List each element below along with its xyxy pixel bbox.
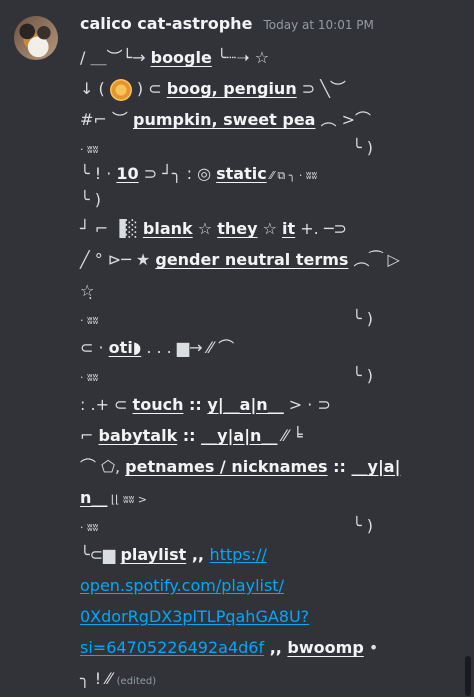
- message-line: · ʬʬ ╰ ): [80, 135, 470, 161]
- decor-text: ╮ ! ⁄⁄: [80, 669, 117, 688]
- message-line: · ʬʬ ╰ ): [80, 513, 470, 539]
- bold-text: ,,: [186, 545, 210, 564]
- message-line: ╰⊂▆ playlist ,, https://: [80, 539, 470, 570]
- bold-text: ::: [177, 426, 202, 445]
- flower-emoji-icon: [109, 78, 132, 101]
- decor-text: · ʬʬ: [80, 314, 99, 327]
- decor-text: ╰ ): [80, 190, 101, 209]
- decor-text: ⌐: [80, 426, 99, 445]
- decor-text: ╰ ): [352, 309, 373, 328]
- decor-text: ⌊⌊ ʬʬ >: [107, 493, 148, 506]
- message-line: ╱ ° ⊳─ ★ gender neutral terms ︵⁀ ▷: [80, 244, 470, 275]
- decor-text: > · ⊃: [283, 395, 331, 414]
- decor-text: ⊃ ╲︶: [296, 79, 346, 98]
- decor-text: · ʬʬ: [80, 371, 99, 384]
- message-line: ⌐ babytalk :: __y|a|n__ ⁄⁄ ╘: [80, 420, 470, 451]
- bold-text: n__: [80, 488, 108, 507]
- playlist-link[interactable]: https://: [210, 545, 267, 564]
- decor-text: ☆: [192, 219, 218, 238]
- decor-text: ╰ ): [352, 516, 373, 535]
- decor-text: ╰ ): [352, 366, 373, 385]
- message-line: n__ ⌊⌊ ʬʬ >: [80, 482, 470, 513]
- bold-text: pumpkin, sweet pea: [133, 110, 316, 129]
- bold-text: ,,: [264, 638, 288, 657]
- username[interactable]: calico cat-astrophe: [80, 14, 252, 33]
- bold-text: __y|a|: [351, 457, 401, 476]
- decor-text: ⊂ ·: [80, 338, 109, 357]
- decor-text: . . . ▆→ ⁄⁄ ⌒: [141, 338, 235, 357]
- decor-text: · ʬʬ: [80, 143, 99, 156]
- bold-text: blank: [142, 219, 193, 238]
- decor-text: ⊃ ┘╮ : ◎: [138, 164, 217, 183]
- bold-text: boogle: [150, 48, 212, 67]
- message-content: / ＿︶└→ boogle ╰┈➝ ☆ ↓ ( ) ⊂ boog, pengiu…: [80, 42, 470, 694]
- decor-text: · ʬʬ: [80, 521, 99, 534]
- playlist-link[interactable]: 0XdorRgDX3plTLPqahGA8U?: [80, 607, 309, 626]
- decor-text: ╱ ° ⊳─ ★: [80, 250, 156, 269]
- message-line: open.spotify.com/playlist/: [80, 570, 470, 601]
- message-line: ╰ ): [80, 187, 470, 213]
- message-line: · ʬʬ ╰ ): [80, 363, 470, 389]
- message-line: #⌐ ︶ pumpkin, sweet pea ︵ >⌒: [80, 104, 470, 135]
- decor-text: ⌒ ⬠,: [80, 457, 126, 476]
- bold-text: static: [216, 164, 267, 183]
- message-line: / ＿︶└→ boogle ╰┈➝ ☆: [80, 42, 470, 73]
- bold-text: touch: [132, 395, 184, 414]
- decor-text: : .+ ⊂: [80, 395, 133, 414]
- message-line: ╮ ! ⁄⁄ (edited): [80, 663, 470, 694]
- scrollbar[interactable]: [465, 656, 471, 696]
- decor-text: ╰ ): [352, 138, 373, 157]
- edited-label: (edited): [116, 676, 157, 687]
- user-avatar[interactable]: [14, 16, 58, 60]
- timestamp: Today at 10:01 PM: [263, 18, 374, 32]
- bold-text: they: [217, 219, 258, 238]
- bold-text: babytalk: [98, 426, 178, 445]
- decor-text: +. ─⊃: [295, 219, 347, 238]
- decor-text: ╰ ! ·: [80, 164, 117, 183]
- message-line: 0XdorRgDX3plTLPqahGA8U?: [80, 601, 470, 632]
- bold-text: ::: [183, 395, 208, 414]
- decor-text: #⌐ ︶: [80, 110, 133, 129]
- decor-text: •: [363, 638, 379, 657]
- message-line: ↓ ( ) ⊂ boog, pengiun ⊃ ╲︶: [80, 73, 470, 104]
- bold-text: ::: [327, 457, 352, 476]
- message-line: · ʬʬ ╰ ): [80, 306, 470, 332]
- decor-text: ) ⊂: [136, 79, 167, 98]
- bold-text: oti◗: [108, 338, 142, 357]
- bold-text: playlist: [120, 545, 187, 564]
- decor-text: ☆̣: [80, 281, 95, 300]
- bold-text: petnames / nicknames: [125, 457, 328, 476]
- message-line: ⊂ · oti◗ . . . ▆→ ⁄⁄ ⌒: [80, 332, 470, 363]
- decor-text: / ＿︶└→: [80, 48, 151, 67]
- playlist-link[interactable]: open.spotify.com/playlist/: [80, 576, 284, 595]
- bold-text: bwoomp: [287, 638, 364, 657]
- message-line: ⌒ ⬠, petnames / nicknames :: __y|a|: [80, 451, 470, 482]
- bold-text: 10: [116, 164, 139, 183]
- decor-text: ☆: [257, 219, 283, 238]
- decor-text: ⁄⁄ ⧉ ╮ · ʬʬ: [266, 169, 318, 182]
- bold-text: gender neutral terms: [155, 250, 349, 269]
- decor-text: ┘ ⌐ ▐░: [80, 219, 143, 238]
- decor-text: ╰⊂▆: [80, 545, 121, 564]
- decor-text: ↓ (: [80, 79, 105, 98]
- bold-text: y|__a|n__: [207, 395, 284, 414]
- playlist-link[interactable]: si=64705226492a4d6f: [80, 638, 264, 657]
- decor-text: ︵⁀ ▷: [348, 250, 400, 269]
- message-header: calico cat-astrophe Today at 10:01 PM: [80, 14, 374, 33]
- decor-text: ╰┈➝ ☆: [211, 48, 270, 67]
- bold-text: boog, pengiun: [166, 79, 297, 98]
- message-line: ┘ ⌐ ▐░ blank ☆ they ☆ it +. ─⊃: [80, 213, 470, 244]
- message-line: si=64705226492a4d6f ,, bwoomp •: [80, 632, 470, 663]
- message-line: : .+ ⊂ touch :: y|__a|n__ > · ⊃: [80, 389, 470, 420]
- bold-text: it: [282, 219, 296, 238]
- decor-text: ⁄⁄ ╘: [277, 426, 303, 445]
- message-line: ╰ ! · 10 ⊃ ┘╮ : ◎ static ⁄⁄ ⧉ ╮ · ʬʬ: [80, 161, 470, 187]
- bold-text: __y|a|n__: [201, 426, 278, 445]
- decor-text: ︵ >⌒: [315, 110, 372, 129]
- message-line: ☆̣: [80, 275, 470, 306]
